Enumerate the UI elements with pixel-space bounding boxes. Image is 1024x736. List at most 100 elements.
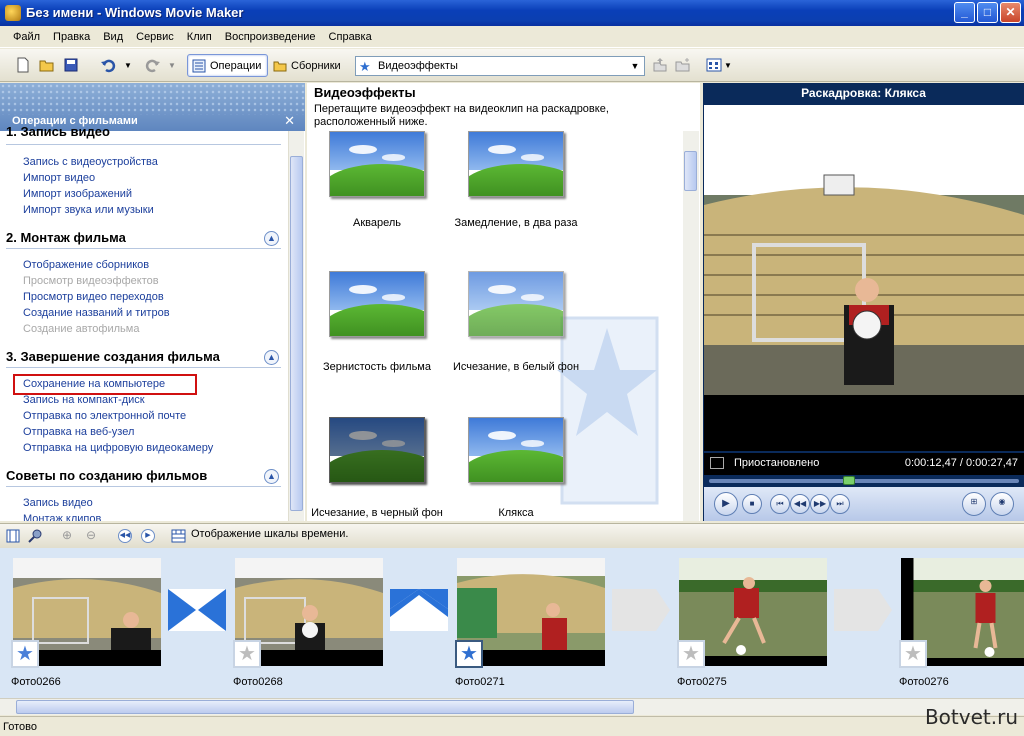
section-edit[interactable]: 2. Монтаж фильма ▲ [6,230,281,249]
collections-button[interactable]: Сборники [268,54,348,77]
split-clip-icon[interactable]: ⊞ [962,492,986,516]
operations-button[interactable]: Операции [187,54,269,77]
collapse-icon[interactable]: ▲ [264,350,279,365]
scrollbar-thumb[interactable] [290,156,303,511]
zoom-out-icon[interactable]: ⊖ [86,528,96,542]
close-icon[interactable]: ✕ [284,113,295,129]
transition-slot[interactable] [390,589,448,631]
storyboard-scrollbar[interactable] [0,698,1024,715]
redo-dropdown-icon[interactable]: ▼ [168,61,176,70]
play-icon[interactable]: ▶ [714,492,738,516]
task-link[interactable]: Импорт звука или музыки [23,204,154,216]
effects-scrollbar[interactable] [683,131,699,521]
task-link[interactable]: Импорт изображений [23,188,132,200]
new-project-icon[interactable] [15,57,31,73]
collection-select[interactable]: ★ Видеоэффекты ▼ [355,56,645,76]
task-link[interactable]: Монтаж клипов [23,513,101,521]
title-bar: Без имени - Windows Movie Maker _ □ ✕ [0,0,1024,26]
effect-thumb-fade-black[interactable] [329,417,425,483]
task-link[interactable]: Просмотр видео переходов [23,291,164,303]
section-tips[interactable]: Советы по созданию фильмов ▲ [6,468,281,487]
open-project-icon[interactable] [39,57,55,73]
status-bar: Готово Botvet.ru [0,705,1024,736]
storyboard-icon[interactable] [6,529,20,543]
section-capture[interactable]: 1. Запись видео [6,127,281,145]
effect-thumb-fade-white[interactable] [468,271,564,337]
task-link[interactable]: Отображение сборников [23,259,149,271]
storyboard-clip[interactable]: ★ [677,558,827,668]
forward-icon[interactable]: ▶▶ [810,494,830,514]
effect-star-icon: ★ [359,59,371,74]
previous-frame-icon[interactable]: ⏮ [770,494,790,514]
transition-slot[interactable] [834,589,892,631]
scrollbar-thumb[interactable] [684,151,697,191]
up-level-icon[interactable] [652,57,668,73]
task-link[interactable]: Запись с видеоустройства [23,156,158,168]
seek-bar[interactable] [709,476,1019,485]
task-link[interactable]: Отправка по электронной почте [23,410,186,422]
storyboard-clip[interactable]: ★ [233,558,383,668]
maximize-button[interactable]: □ [977,2,998,23]
menu-tools[interactable]: Сервис [129,26,180,43]
collapse-icon[interactable]: ▲ [264,231,279,246]
show-timeline-label[interactable]: Отображение шкалы времени. [191,528,348,540]
seek-handle[interactable] [843,476,855,485]
effect-star-icon[interactable]: ★ [899,640,927,668]
close-button[interactable]: ✕ [1000,2,1021,23]
fullscreen-icon[interactable] [710,457,724,469]
minimize-button[interactable]: _ [954,2,975,23]
collapse-icon[interactable]: ▲ [264,469,279,484]
stop-icon[interactable]: ■ [742,494,762,514]
rewind-storyboard-icon[interactable]: ◀◀ [118,529,132,543]
chevron-down-icon[interactable]: ▼ [628,58,642,74]
narrate-microphone-icon[interactable] [28,529,42,543]
transition-slot[interactable] [168,589,226,631]
effect-star-icon[interactable]: ★ [233,640,261,668]
effect-thumb-film-grain[interactable] [329,271,425,337]
playback-status: Приостановлено [734,457,820,469]
playback-time: 0:00:12,47 / 0:00:27,47 [904,457,1018,469]
task-link[interactable]: Отправка на веб-узел [23,426,134,438]
menu-file[interactable]: Файл [6,26,46,43]
menu-playback[interactable]: Воспроизведение [218,26,322,43]
redo-icon[interactable] [145,57,161,73]
effect-thumb-watercolor[interactable] [329,131,425,197]
timeline-icon[interactable] [171,529,186,543]
preview-frame [704,105,1024,451]
snapshot-icon[interactable]: ◉ [990,492,1014,516]
task-link[interactable]: Импорт видео [23,172,95,184]
menu-clip[interactable]: Клип [180,26,218,43]
effect-star-icon[interactable]: ★ [677,640,705,668]
task-link[interactable]: Создание названий и титров [23,307,170,319]
section-finish[interactable]: 3. Завершение создания фильма ▲ [6,349,281,368]
menu-help[interactable]: Справка [322,26,378,43]
tasks-scrollbar[interactable] [288,131,304,521]
effect-star-icon[interactable]: ★ [11,640,39,668]
storyboard-clip[interactable]: ★ [11,558,161,668]
undo-dropdown-icon[interactable]: ▼ [124,61,132,70]
views-icon[interactable] [706,57,722,73]
effect-star-icon[interactable]: ★ [455,640,483,668]
undo-icon[interactable] [100,57,116,73]
next-frame-icon[interactable]: ⏭ [830,494,850,514]
task-link[interactable]: Запись на компакт-диск [23,394,145,406]
save-project-icon[interactable] [63,57,79,73]
storyboard-clip[interactable]: ★ [899,558,1024,668]
storyboard-clip[interactable]: ★ [455,558,605,668]
effects-pane: Видеоэффекты Перетащите видеоэффект на в… [307,83,700,521]
effect-thumb-slowdown[interactable] [468,131,564,197]
zoom-in-icon[interactable]: ⊕ [62,528,72,542]
play-storyboard-icon[interactable]: ▶ [141,529,155,543]
menu-edit[interactable]: Правка [46,26,96,43]
rewind-icon[interactable]: ◀◀ [790,494,810,514]
views-dropdown-icon[interactable]: ▼ [724,61,732,70]
transition-slot[interactable] [612,589,670,631]
task-link[interactable]: Запись видео [23,497,93,509]
task-link[interactable]: Отправка на цифровую видеокамеру [23,442,213,454]
effect-thumb-blot[interactable] [468,417,564,483]
scrollbar-thumb[interactable] [16,700,634,714]
menu-view[interactable]: Вид [96,26,129,43]
new-folder-icon[interactable] [675,57,691,73]
effect-label: Акварель [352,217,401,229]
app-icon[interactable] [5,5,21,21]
